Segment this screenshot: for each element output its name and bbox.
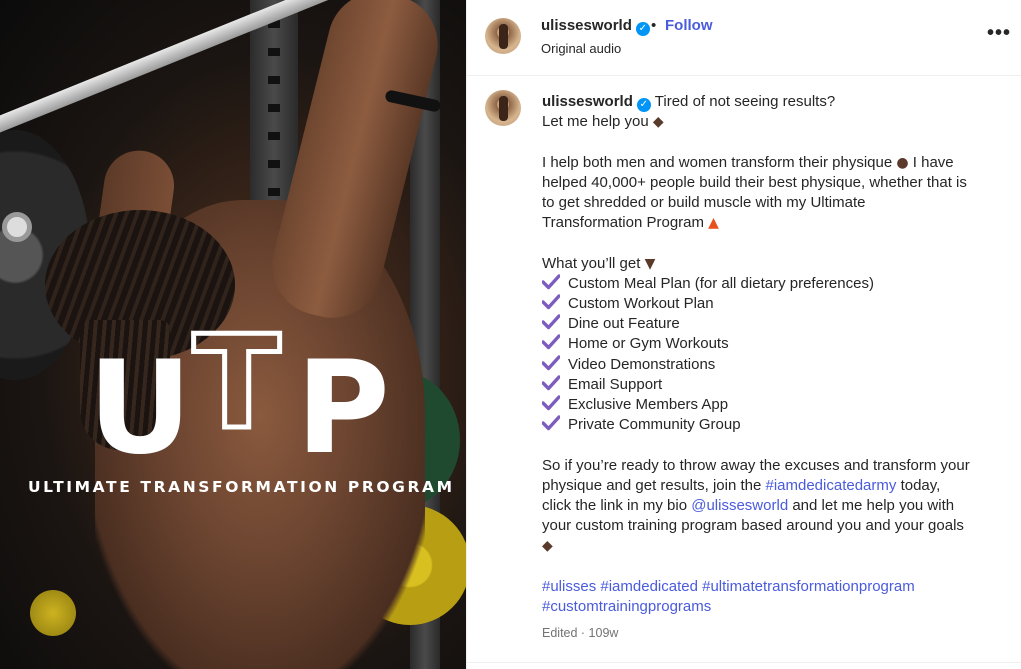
utp-logo: U T P <box>88 317 390 473</box>
verified-badge-icon: ✓ <box>635 22 650 36</box>
list-item: Email Support <box>542 375 1002 395</box>
utp-logo-p: P <box>296 334 390 483</box>
divider <box>467 662 1021 663</box>
check-mark-icon <box>542 294 560 310</box>
list-item: Custom Workout Plan <box>542 294 1002 314</box>
fist-bump-icon: ◆ <box>542 538 553 555</box>
hashtag-link[interactable]: #ultimatetransformationprogram <box>702 578 915 595</box>
mention-link[interactable]: @ulissesworld <box>691 497 788 514</box>
fire-icon: ▲ <box>708 215 719 232</box>
post-caption: ulissesworld ✓ Tired of not seeing result… <box>542 92 1002 617</box>
barbell-end <box>2 212 32 242</box>
post-header: ulissesworld ✓ • Follow Original audio ••… <box>467 0 1021 76</box>
check-mark-icon <box>542 314 560 330</box>
list-item: Home or Gym Workouts <box>542 334 1002 354</box>
check-mark-icon <box>542 395 560 411</box>
pointing-down-icon: ▼ <box>644 255 656 272</box>
check-mark-icon <box>542 415 560 431</box>
list-item: Dine out Feature <box>542 314 1002 334</box>
utp-logo-t: T <box>190 309 282 458</box>
check-mark-icon <box>542 274 560 289</box>
hashtag-link[interactable]: #ulisses <box>542 578 596 595</box>
flexed-bicep-icon: ● <box>896 154 909 171</box>
original-audio-link[interactable]: Original audio <box>541 41 621 56</box>
verified-badge-icon: ✓ <box>636 98 651 112</box>
media-caption: ULTIMATE TRANSFORMATION PROGRAM <box>28 478 455 496</box>
check-mark-icon <box>542 375 560 391</box>
hashtag-link[interactable]: #iamdedicatedarmy <box>765 477 896 494</box>
features-heading: What you’ll get <box>542 254 641 272</box>
check-mark-icon <box>542 334 560 350</box>
utp-logo-u: U <box>88 334 192 483</box>
post-media[interactable]: U T P ULTIMATE TRANSFORMATION PROGRAM <box>0 0 466 669</box>
list-item: Exclusive Members App <box>542 395 1002 415</box>
follow-button[interactable]: Follow <box>665 17 713 34</box>
weight-plate-small <box>30 590 76 636</box>
post-timestamp[interactable]: Edited · 109w <box>542 626 618 640</box>
caption-intro: Tired of not seeing results? <box>654 93 836 110</box>
hashtag-link[interactable]: #customtrainingprograms <box>542 598 711 615</box>
caption-avatar[interactable] <box>485 90 521 126</box>
list-item: Video Demonstrations <box>542 354 1002 375</box>
caption-username[interactable]: ulissesworld <box>542 93 633 110</box>
separator-dot: • <box>651 17 657 34</box>
fist-bump-icon: ◆ <box>652 114 664 131</box>
hashtag-link[interactable]: #iamdedicated <box>600 578 698 595</box>
more-options-icon[interactable]: ••• <box>987 22 1011 45</box>
list-item: Private Community Group <box>542 415 1002 435</box>
post-details-panel: ulissesworld ✓ • Follow Original audio ••… <box>466 0 1021 669</box>
list-item: Custom Meal Plan (for all dietary prefer… <box>542 274 1002 294</box>
check-mark-icon <box>542 354 560 370</box>
header-username[interactable]: ulissesworld ✓ <box>541 17 650 36</box>
avatar[interactable] <box>485 18 521 54</box>
